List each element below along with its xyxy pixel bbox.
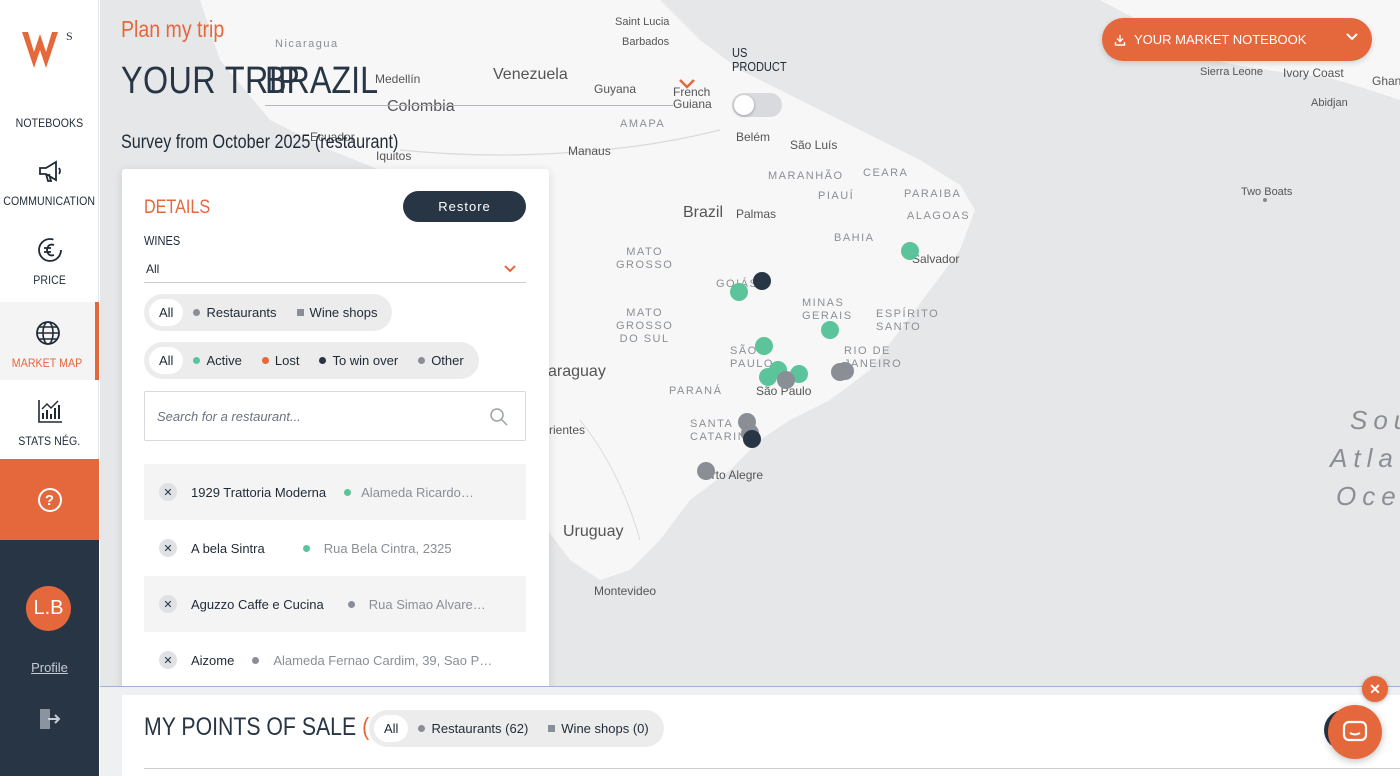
- chevron-down-icon: [1346, 33, 1358, 41]
- type-filter-wine-shops[interactable]: Wine shops: [287, 299, 388, 326]
- square-icon: [548, 725, 556, 732]
- pos-filter-group: All Restaurants (62) Wine shops (0): [369, 710, 664, 747]
- globe-icon: [33, 318, 63, 348]
- close-icon[interactable]: ✕: [159, 539, 177, 557]
- status-filter-other[interactable]: Other: [408, 347, 474, 374]
- circle-icon: [261, 357, 269, 364]
- sidebar-item-stats[interactable]: STATS NÉG.: [0, 380, 99, 458]
- details-title: DETAILS: [144, 197, 211, 218]
- sidebar-item-communication[interactable]: COMMUNICATION: [0, 140, 99, 218]
- table-header: [144, 768, 1400, 776]
- help-icon: ?: [37, 488, 62, 512]
- list-item[interactable]: ✕ Aizome Alameda Fernao Cardim, 39, Sao …: [144, 632, 526, 688]
- sidebar-item-market-map[interactable]: MARKET MAP: [0, 302, 99, 380]
- marker-other: [697, 462, 715, 480]
- help-button[interactable]: ?: [0, 459, 99, 551]
- pos-filter-restaurants[interactable]: Restaurants (62): [408, 715, 538, 742]
- svg-text:S: S: [66, 29, 73, 43]
- marker-active: [755, 337, 773, 355]
- points-of-sale-title: MY POINTS OF SALE (62): [144, 713, 400, 742]
- chat-icon: [1342, 720, 1368, 742]
- chart-icon: [35, 396, 65, 426]
- restaurant-search-input[interactable]: Search for a restaurant...: [144, 391, 526, 441]
- sidebar-user-area: [0, 540, 99, 776]
- pos-filter-wine-shops[interactable]: Wine shops (0): [538, 715, 658, 742]
- marker-other: [831, 363, 849, 381]
- market-notebook-label: YOUR MARKET NOTEBOOK: [1134, 32, 1307, 47]
- marker-active: [730, 283, 748, 301]
- search-icon[interactable]: [489, 407, 509, 427]
- chat-button[interactable]: [1328, 705, 1382, 759]
- type-filter-all[interactable]: All: [149, 299, 184, 326]
- type-filter-group: All Restaurants Wine shops: [144, 294, 393, 331]
- status-filter-active[interactable]: Active: [183, 347, 251, 374]
- type-filter-restaurants[interactable]: Restaurants: [183, 299, 286, 326]
- marker-to-win-over: [753, 272, 771, 290]
- market-notebook-button[interactable]: YOUR MARKET NOTEBOOK: [1102, 18, 1372, 61]
- list-item[interactable]: ✕ A bela Sintra Rua Bela Cintra, 2325: [144, 520, 526, 576]
- close-icon[interactable]: ✕: [159, 483, 177, 501]
- chevron-down-icon: [504, 265, 516, 273]
- marker-other: [777, 371, 795, 389]
- sidebar-item-notebooks[interactable]: NOTEBOOKS: [0, 62, 99, 140]
- close-icon[interactable]: ✕: [159, 651, 177, 669]
- status-filter-all[interactable]: All: [149, 347, 184, 374]
- us-product-toggle[interactable]: [732, 93, 782, 117]
- chevron-down-icon[interactable]: [678, 78, 696, 90]
- wines-label: WINES: [144, 233, 181, 248]
- avatar[interactable]: L.B: [26, 586, 71, 631]
- restore-button[interactable]: Restore: [403, 191, 526, 222]
- restaurant-list: ✕ 1929 Trattoria Moderna Alameda Ricardo…: [144, 464, 526, 688]
- details-panel: DETAILS Restore WINES All All Restaurant…: [122, 169, 549, 695]
- megaphone-icon: [35, 156, 65, 186]
- status-dot-icon: [252, 656, 260, 664]
- circle-icon: [418, 357, 426, 364]
- status-filter-group: All Active Lost To win over Other: [144, 342, 479, 379]
- status-dot-icon: [302, 544, 310, 552]
- circle-icon: [319, 357, 327, 364]
- marker-active: [759, 368, 777, 386]
- wines-select[interactable]: All: [144, 257, 526, 283]
- marker-active: [821, 321, 839, 339]
- download-icon: [1114, 34, 1126, 46]
- list-item[interactable]: ✕ 1929 Trattoria Moderna Alameda Ricardo…: [144, 464, 526, 520]
- close-icon[interactable]: ✕: [159, 595, 177, 613]
- marker-active: [901, 242, 919, 260]
- status-dot-icon: [344, 488, 352, 496]
- list-item[interactable]: ✕ Aguzzo Caffe e Cucina Rua Simao Alvare…: [144, 576, 526, 632]
- pos-filter-all[interactable]: All: [374, 715, 409, 742]
- circle-icon: [418, 725, 426, 732]
- status-dot-icon: [347, 600, 355, 608]
- marker-to-win-over: [743, 430, 761, 448]
- trip-country-select[interactable]: BRAZIL: [265, 60, 673, 106]
- logout-icon[interactable]: [36, 706, 62, 732]
- close-icon[interactable]: ✕: [1362, 676, 1388, 702]
- toggle-knob: [734, 95, 754, 115]
- us-product-label: US PRODUCT: [732, 45, 787, 74]
- sidebar-item-price[interactable]: PRICE: [0, 219, 99, 297]
- status-filter-lost[interactable]: Lost: [252, 347, 310, 374]
- status-filter-to-win-over[interactable]: To win over: [309, 347, 408, 374]
- euro-icon: [35, 235, 65, 265]
- circle-icon: [193, 357, 201, 364]
- profile-link[interactable]: Profile: [0, 660, 99, 675]
- square-icon: [296, 309, 304, 316]
- survey-info: Survey from October 2025 (restaurant): [121, 132, 399, 153]
- plan-trip-title: Plan my trip: [121, 16, 225, 42]
- trip-value: BRAZIL: [265, 60, 379, 102]
- circle-icon: [193, 309, 201, 316]
